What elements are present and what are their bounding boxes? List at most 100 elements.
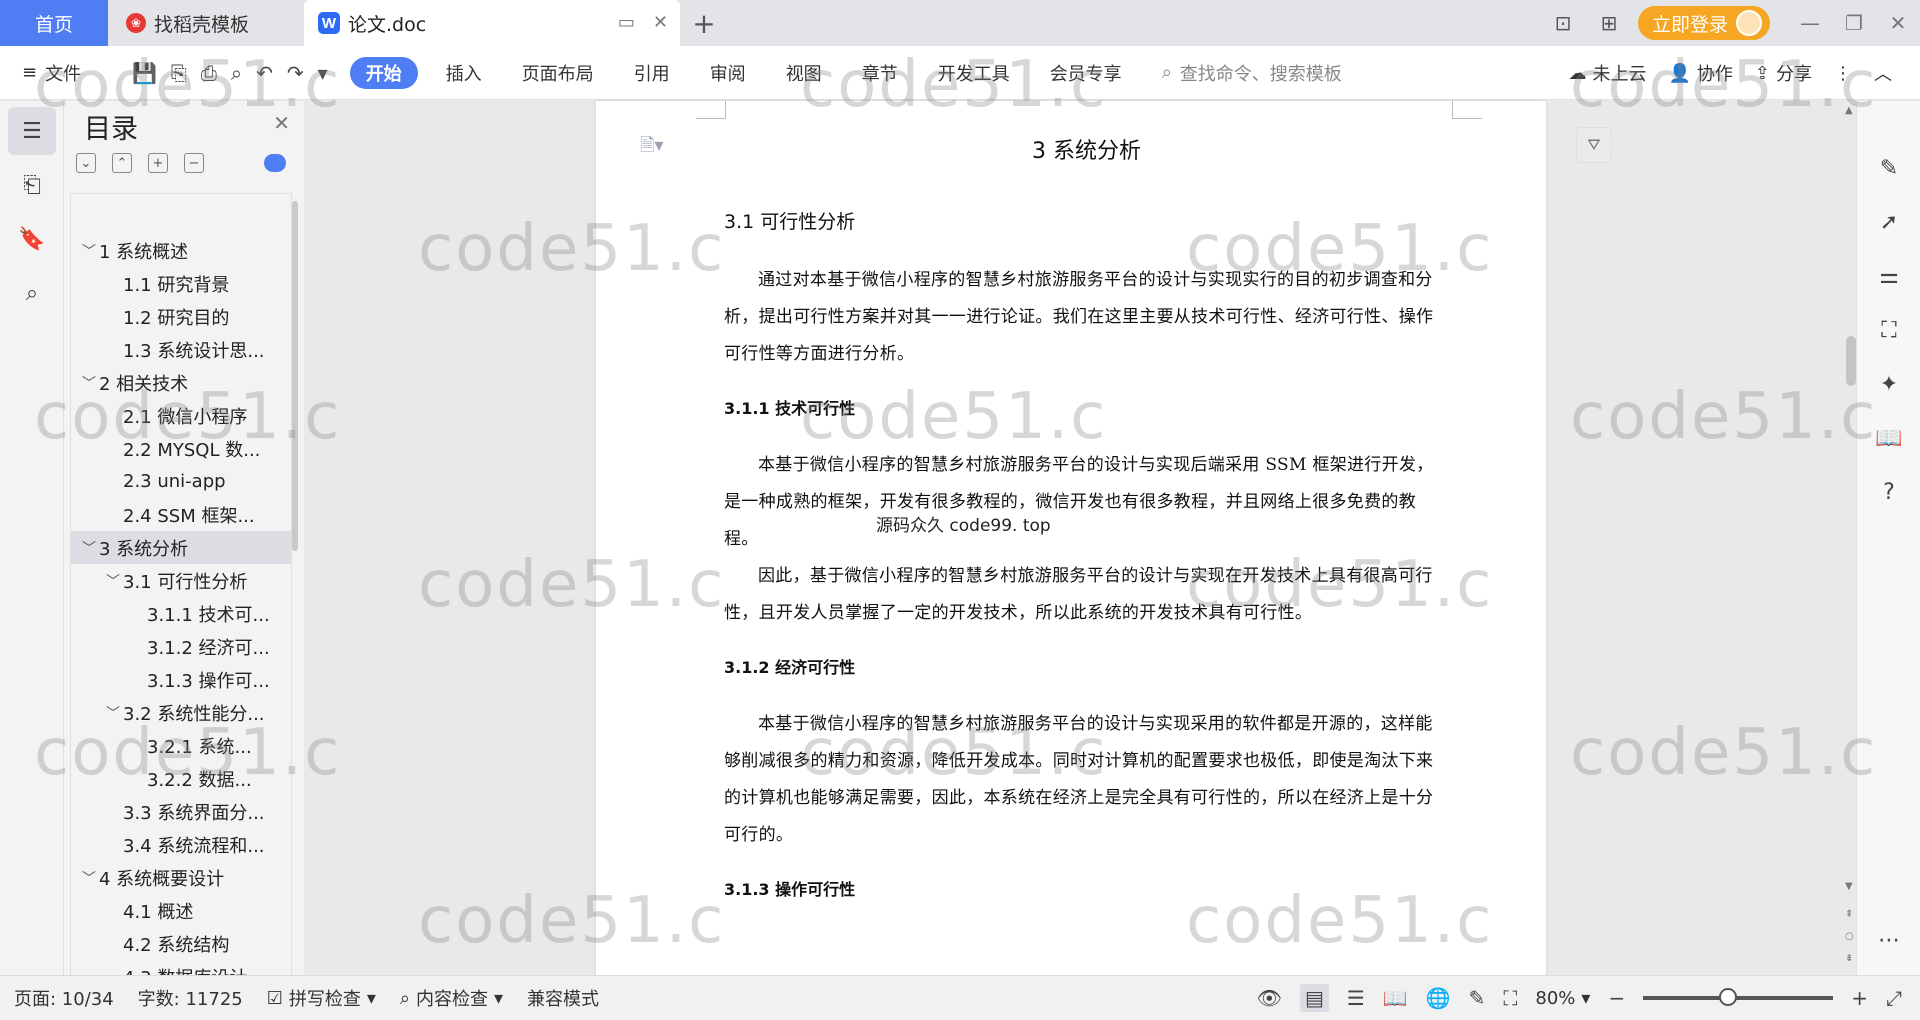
tab-document[interactable]: W 论文.doc ▭ ✕ (304, 0, 680, 46)
add-heading-icon[interactable]: + (148, 153, 168, 173)
toc-item[interactable]: 3.2.1 系统... (71, 729, 291, 762)
tab-references[interactable]: 引用 (614, 57, 690, 89)
toc-item[interactable]: ﹀ 4 系统概要设计 (71, 861, 291, 894)
page-view-icon[interactable]: ▤ (1299, 984, 1329, 1012)
tab-insert[interactable]: 插入 (426, 57, 502, 89)
chevron-down-icon[interactable]: ﹀ (103, 703, 123, 723)
login-button[interactable]: 立即登录 (1637, 6, 1770, 40)
page-indicator[interactable]: 页面: 10/34 (14, 985, 114, 1011)
quick-access-dropdown-icon[interactable]: ▾ (318, 61, 328, 85)
more-options-icon[interactable]: ⋮ (1834, 63, 1852, 84)
new-tab-button[interactable]: + (680, 0, 728, 46)
eye-protection-icon[interactable]: 👁 (1257, 986, 1282, 1010)
adjust-icon[interactable]: ⚌ (1857, 249, 1920, 303)
tab-section[interactable]: 章节 (842, 57, 918, 89)
help-icon[interactable]: ? (1857, 465, 1920, 519)
pen-icon[interactable]: ✎ (1857, 141, 1920, 195)
sync-toggle-icon[interactable] (264, 154, 286, 172)
fullscreen-icon[interactable]: ⤢ (1886, 986, 1902, 1010)
zoom-in-icon[interactable]: + (1851, 986, 1868, 1010)
toc-item[interactable]: 4.2 系统结构 (71, 927, 291, 960)
next-page-icon[interactable]: ⇟ (1845, 953, 1853, 964)
reading-view-icon[interactable]: 📖 (1383, 986, 1408, 1010)
tab-page-layout[interactable]: 页面布局 (502, 57, 614, 89)
select-browse-icon[interactable]: ○ (1845, 931, 1854, 942)
undo-icon[interactable]: ↶ (256, 61, 273, 85)
collaborate-button[interactable]: 👤 协作 (1668, 60, 1732, 86)
toc-item[interactable]: 1.1 研究背景 (71, 267, 291, 300)
word-count[interactable]: 字数: 11725 (138, 985, 243, 1011)
document-icon[interactable]: 🗎▾ (640, 133, 664, 163)
expand-all-icon[interactable]: ⌄ (76, 153, 96, 173)
toc-scrollbar[interactable] (292, 201, 298, 551)
zoom-out-icon[interactable]: − (1608, 986, 1625, 1010)
tab-developer[interactable]: 开发工具 (918, 57, 1030, 89)
toc-item[interactable]: 3.3 系统界面分... (71, 795, 291, 828)
toc-item[interactable]: 2.2 MYSQL 数... (71, 432, 291, 465)
zoom-slider[interactable] (1643, 988, 1834, 1006)
fit-window-icon[interactable]: ⛶ (1503, 986, 1517, 1010)
toc-item[interactable]: ﹀ 3 系统分析 (71, 531, 291, 564)
bookmark-icon[interactable]: 🔖 (8, 215, 56, 263)
scroll-up-icon[interactable]: ▲ (1845, 105, 1853, 116)
more-icon[interactable]: ⋯ (1857, 913, 1920, 967)
outline-view-icon[interactable]: ☰ (1347, 986, 1365, 1010)
web-view-icon[interactable]: 🌐 (1426, 986, 1451, 1010)
close-tab-icon[interactable]: ✕ (653, 12, 668, 33)
zoom-level[interactable]: 80% ▾ (1535, 988, 1590, 1009)
toc-item[interactable]: 1.2 研究目的 (71, 300, 291, 333)
toc-item[interactable]: ﹀ 3.1 可行性分析 (71, 564, 291, 597)
restore-icon[interactable]: ❐ (1832, 0, 1876, 46)
toc-item[interactable]: 3.4 系统流程和... (71, 828, 291, 861)
image-edit-icon[interactable]: ⛶ (1857, 303, 1920, 357)
cloud-status[interactable]: ☁ 未上云 (1568, 60, 1646, 86)
document-body[interactable]: 3 系统分析 3.1 可行性分析 通过对本基于微信小程序的智慧乡村旅游服务平台的… (724, 121, 1449, 928)
tab-template[interactable]: ❀ 找稻壳模板 (108, 0, 304, 46)
collapse-all-icon[interactable]: ⌃ (112, 153, 132, 173)
collapse-ribbon-icon[interactable]: ︿ (1874, 60, 1892, 86)
toc-item[interactable]: 3.2.2 数据... (71, 762, 291, 795)
save-icon[interactable]: 💾 (132, 61, 157, 85)
toc-item[interactable]: 1.3 系统设计思... (71, 333, 291, 366)
toc-item[interactable]: 3.1.3 操作可... (71, 663, 291, 696)
redo-icon[interactable]: ↷ (287, 61, 304, 85)
layout-toggle-icon[interactable]: ⊡ (1540, 0, 1586, 46)
minimize-icon[interactable]: — (1788, 0, 1832, 46)
find-icon[interactable]: ⌕ (8, 269, 56, 317)
toc-item[interactable]: 4.1 概述 (71, 894, 291, 927)
toc-item[interactable]: 2.1 微信小程序 (71, 399, 291, 432)
apps-grid-icon[interactable]: ⊞ (1586, 0, 1632, 46)
monitor-icon[interactable]: ▭ (618, 12, 635, 33)
scroll-down-icon[interactable]: ▼ (1845, 881, 1853, 892)
spell-check-button[interactable]: ☑ 拼写检查 ▾ (267, 985, 376, 1011)
tab-home-ribbon[interactable]: 开始 (349, 56, 418, 89)
export-icon[interactable]: ⎘ (171, 61, 187, 85)
file-menu[interactable]: ≡ 文件 (22, 60, 108, 86)
toc-item[interactable]: ﹀ 1 系统概述 (71, 234, 291, 267)
tab-view[interactable]: 视图 (766, 57, 842, 89)
ai-icon[interactable]: ✦ (1857, 357, 1920, 411)
chevron-down-icon[interactable]: ﹀ (79, 538, 99, 558)
toc-item[interactable]: ﹀ 2 相关技术 (71, 366, 291, 399)
content-check-button[interactable]: ⌕ 内容检查 ▾ (400, 985, 503, 1011)
tab-review[interactable]: 审阅 (690, 57, 766, 89)
toc-item[interactable]: 4.3 数据库设计 (71, 960, 291, 976)
share-button[interactable]: ⇪ 分享 (1755, 60, 1812, 86)
remove-heading-icon[interactable]: − (184, 153, 204, 173)
write-mode-icon[interactable]: ✎ (1469, 986, 1486, 1010)
read-mode-icon[interactable]: 📖 (1857, 411, 1920, 465)
close-icon[interactable]: ✕ (273, 111, 290, 135)
tab-home[interactable]: 首页 (0, 0, 108, 46)
zoom-slider-knob[interactable] (1719, 988, 1738, 1006)
scroll-thumb[interactable] (1846, 336, 1856, 386)
print-preview-icon[interactable]: ⌕ (231, 61, 242, 85)
chevron-down-icon[interactable]: ﹀ (79, 373, 99, 393)
tab-member[interactable]: 会员专享 (1030, 57, 1142, 89)
toc-item[interactable]: 3.1.1 技术可... (71, 597, 291, 630)
toc-item[interactable]: ﹀ 3.2 系统性能分... (71, 696, 291, 729)
chevron-down-icon[interactable]: ﹀ (79, 241, 99, 261)
chevron-down-icon[interactable]: ﹀ (79, 868, 99, 888)
toc-item[interactable]: 2.3 uni-app (71, 465, 291, 498)
close-window-icon[interactable]: ✕ (1876, 0, 1920, 46)
filter-icon[interactable]: ⛛ (1576, 127, 1612, 163)
